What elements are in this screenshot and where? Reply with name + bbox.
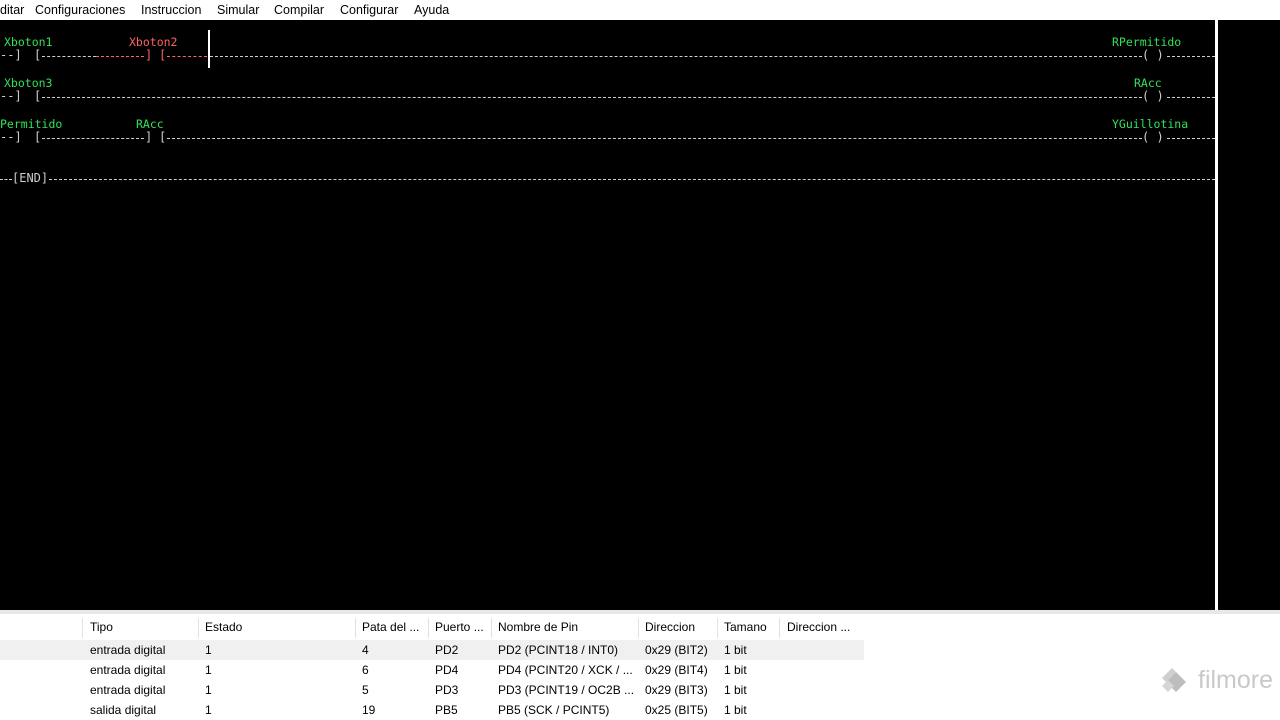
cell-puerto: PD2 xyxy=(435,643,459,657)
text-cursor xyxy=(208,30,210,68)
cell-tipo: entrada digital xyxy=(90,643,166,657)
coil-symbol[interactable]: ( ) xyxy=(1142,131,1164,143)
cell-direccion: 0x29 (BIT3) xyxy=(645,683,708,697)
wire-segment-selected xyxy=(167,56,207,57)
table-row[interactable]: entrada digital 1 6 PD4 PD4 (PCINT20 / X… xyxy=(0,660,864,680)
coil-label: RPermitido xyxy=(1112,35,1182,49)
cell-tipo: entrada digital xyxy=(90,683,166,697)
wire-segment xyxy=(1167,97,1215,98)
column-header-nombre-pin[interactable]: Nombre de Pin xyxy=(498,620,578,634)
menu-configurar[interactable]: Configurar xyxy=(340,3,398,17)
column-header-direccion[interactable]: Direccion xyxy=(645,620,695,634)
menu-editar[interactable]: ditar xyxy=(0,3,24,17)
cell-tamano: 1 bit xyxy=(724,663,747,677)
cell-nombre-pin: PB5 (SCK / PCINT5) xyxy=(498,703,610,717)
wire-segment xyxy=(0,179,12,180)
column-separator xyxy=(428,618,429,638)
cell-tamano: 1 bit xyxy=(724,703,747,717)
cell-puerto: PD4 xyxy=(435,663,459,677)
contact-label-selected[interactable]: Xboton2 xyxy=(129,35,177,49)
contact-close-bracket: ] xyxy=(145,130,153,144)
column-header-estado[interactable]: Estado xyxy=(205,620,242,634)
menu-ayuda[interactable]: Ayuda xyxy=(414,3,449,17)
table-row[interactable]: entrada digital 1 5 PD3 PD3 (PCINT19 / O… xyxy=(0,680,864,700)
menu-configuraciones[interactable]: Configuraciones xyxy=(35,3,125,17)
column-separator xyxy=(779,618,780,638)
cell-puerto: PD3 xyxy=(435,683,459,697)
contact-close-bracket: ] xyxy=(145,48,153,62)
cell-puerto: PB5 xyxy=(435,703,458,717)
cell-tipo: entrada digital xyxy=(90,663,166,677)
column-header-pata[interactable]: Pata del ... xyxy=(362,620,419,634)
wire-segment xyxy=(42,97,1142,98)
column-separator xyxy=(198,618,199,638)
column-separator xyxy=(638,618,639,638)
coil-label: YGuillotina xyxy=(1112,117,1189,131)
wire-segment-selected xyxy=(96,56,144,57)
wire-segment xyxy=(49,179,1215,180)
coil-symbol[interactable]: ( ) xyxy=(1142,90,1164,102)
cell-direccion: 0x29 (BIT4) xyxy=(645,663,708,677)
contact-label: RAcc xyxy=(136,117,164,131)
cell-estado: 1 xyxy=(205,703,212,717)
table-row[interactable]: salida digital 1 19 PB5 PB5 (SCK / PCINT… xyxy=(0,700,864,720)
cell-tamano: 1 bit xyxy=(724,643,747,657)
column-header-direccion-2[interactable]: Direccion ... xyxy=(787,620,850,634)
watermark: filmore xyxy=(1156,660,1280,704)
io-list: Tipo Estado Pata del ... Puerto ... Nomb… xyxy=(0,614,1280,720)
cell-tamano: 1 bit xyxy=(724,683,747,697)
contact-open-bracket: [ xyxy=(159,48,167,62)
column-separator xyxy=(355,618,356,638)
column-header-puerto[interactable]: Puerto ... xyxy=(435,620,484,634)
rail-stub: --] xyxy=(0,48,22,62)
column-separator xyxy=(82,618,83,638)
cell-pata: 19 xyxy=(362,703,376,717)
column-header-tamano[interactable]: Tamano xyxy=(724,620,767,634)
ladder-margin xyxy=(1218,20,1280,610)
cell-nombre-pin: PD4 (PCINT20 / XCK / ... xyxy=(498,663,633,677)
wire-segment xyxy=(42,138,144,139)
contact-open-bracket: [ xyxy=(159,130,167,144)
cell-tipo: salida digital xyxy=(90,703,157,717)
wire-segment xyxy=(1167,138,1215,139)
wire-segment xyxy=(42,56,96,57)
ladder-editor[interactable]: Xboton1 --] [ ] Xboton2 [ RPermitido ( )… xyxy=(0,20,1215,610)
cell-pata: 4 xyxy=(362,643,369,657)
cell-pata: 5 xyxy=(362,683,369,697)
cell-direccion: 0x29 (BIT2) xyxy=(645,643,708,657)
contact-open-bracket: [ xyxy=(34,130,42,144)
contact-label: Xboton3 xyxy=(4,76,53,90)
coil-label: RAcc xyxy=(1134,76,1162,90)
table-row[interactable]: entrada digital 1 4 PD2 PD2 (PCINT18 / I… xyxy=(0,640,864,660)
column-header-tipo[interactable]: Tipo xyxy=(90,620,113,634)
menu-compilar[interactable]: Compilar xyxy=(274,3,324,17)
cell-estado: 1 xyxy=(205,663,212,677)
filmora-logo-icon xyxy=(1162,668,1186,692)
end-marker: [END] xyxy=(12,171,49,185)
wire-segment xyxy=(167,138,1142,139)
coil-symbol[interactable]: ( ) xyxy=(1142,49,1164,61)
cell-pata: 6 xyxy=(362,663,369,677)
rail-stub: --] xyxy=(0,130,22,144)
column-separator xyxy=(717,618,718,638)
cell-nombre-pin: PD3 (PCINT19 / OC2B ... xyxy=(498,683,635,697)
cell-nombre-pin: PD2 (PCINT18 / INT0) xyxy=(498,643,619,657)
menu-instruccion[interactable]: Instruccion xyxy=(141,3,201,17)
table-header: Tipo Estado Pata del ... Puerto ... Nomb… xyxy=(0,614,864,640)
rail-stub: --] xyxy=(0,89,22,103)
wire-segment xyxy=(1167,56,1215,57)
cell-direccion: 0x25 (BIT5) xyxy=(645,703,708,717)
menu-bar: ditar Configuraciones Instruccion Simula… xyxy=(0,0,1280,20)
cell-estado: 1 xyxy=(205,643,212,657)
contact-open-bracket: [ xyxy=(34,48,42,62)
column-separator xyxy=(491,618,492,638)
contact-label: Permitido xyxy=(0,117,63,131)
contact-open-bracket: [ xyxy=(34,89,42,103)
wire-segment xyxy=(210,56,1142,57)
watermark-text: filmore xyxy=(1198,666,1274,694)
cell-estado: 1 xyxy=(205,683,212,697)
menu-simular[interactable]: Simular xyxy=(217,3,259,17)
contact-label: Xboton1 xyxy=(4,35,53,49)
